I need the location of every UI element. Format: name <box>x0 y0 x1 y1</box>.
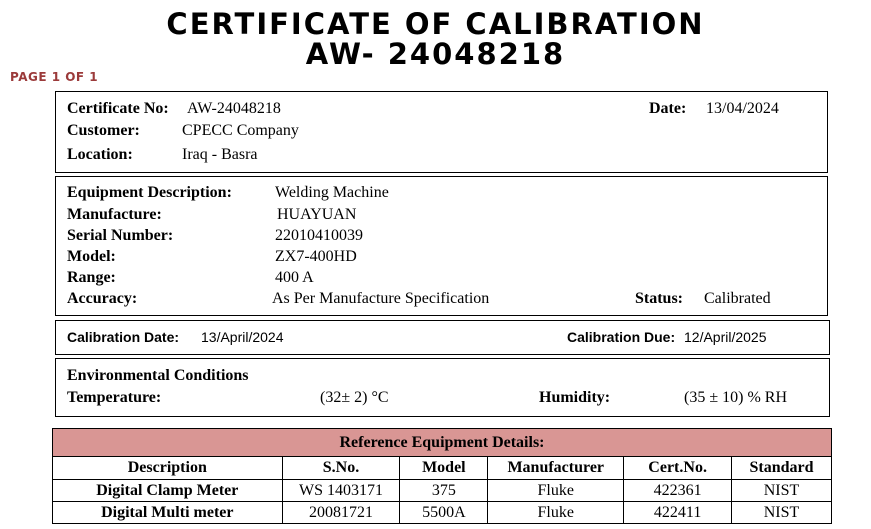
reference-equipment-table: Reference Equipment Details: Description… <box>52 428 832 524</box>
certificate-info-box: Certificate No: AW-24048218 Date: 13/04/… <box>55 91 828 173</box>
environmental-conditions-box: Environmental Conditions Temperature: (3… <box>55 358 830 417</box>
humidity-value: (35 ± 10) % RH <box>684 389 787 406</box>
accuracy-label: Accuracy: <box>67 290 138 307</box>
table-cell: 20081721 <box>281 501 401 524</box>
range-label: Range: <box>67 269 116 286</box>
equipment-details-box: Equipment Description: Welding Machine M… <box>55 176 828 316</box>
cert-no-value: AW-24048218 <box>187 100 281 117</box>
table-cell: Fluke <box>487 501 625 524</box>
table-row: Digital Clamp Meter WS 1403171 375 Fluke… <box>52 479 832 502</box>
table-cell: 5500A <box>399 501 489 524</box>
calibration-date-value: 13/April/2024 <box>201 329 284 345</box>
model-value: ZX7-400HD <box>275 248 357 265</box>
table-header-row: Description S.No. Model Manufacturer Cer… <box>52 456 832 480</box>
table-cell: Digital Multi meter <box>52 501 283 524</box>
customer-label: Customer: <box>67 122 140 139</box>
table-row: Digital Multi meter 20081721 5500A Fluke… <box>52 501 832 524</box>
table-cell: 375 <box>399 479 489 502</box>
date-label: Date: <box>649 100 687 117</box>
status-label: Status: <box>635 290 684 307</box>
status-value: Calibrated <box>704 290 771 307</box>
temperature-label: Temperature: <box>67 389 162 406</box>
table-cell: WS 1403171 <box>281 479 401 502</box>
column-header: Cert.No. <box>623 456 733 480</box>
location-label: Location: <box>67 146 133 163</box>
accuracy-value: As Per Manufacture Specification <box>272 290 490 307</box>
serial-number-label: Serial Number: <box>67 227 174 244</box>
serial-number-value: 22010410039 <box>275 227 363 244</box>
location-value: Iraq - Basra <box>182 146 258 163</box>
humidity-label: Humidity: <box>539 389 611 406</box>
column-header: Model <box>399 456 489 480</box>
cert-no-label: Certificate No: <box>67 100 169 117</box>
column-header: S.No. <box>281 456 401 480</box>
equipment-description-label: Equipment Description: <box>67 184 232 201</box>
certificate-number-title: AW- 24048218 <box>305 37 566 71</box>
manufacture-value: HUAYUAN <box>277 206 357 223</box>
equipment-description-value: Welding Machine <box>275 184 389 201</box>
table-cell: NIST <box>731 501 832 524</box>
table-cell: 422411 <box>623 501 733 524</box>
column-header: Standard <box>731 456 832 480</box>
column-header: Manufacturer <box>487 456 625 480</box>
table-cell: Digital Clamp Meter <box>52 479 283 502</box>
reference-table-title: Reference Equipment Details: <box>52 428 832 457</box>
calibration-due-label: Calibration Due: <box>567 329 676 345</box>
customer-value: CPECC Company <box>182 122 299 139</box>
temperature-value: (32± 2) °C <box>320 389 389 406</box>
column-header: Description <box>52 456 283 480</box>
date-value: 13/04/2024 <box>706 100 779 117</box>
table-cell: Fluke <box>487 479 625 502</box>
model-label: Model: <box>67 248 116 265</box>
environment-heading: Environmental Conditions <box>67 367 249 384</box>
calibration-due-value: 12/April/2025 <box>684 329 767 345</box>
calibration-date-label: Calibration Date: <box>67 329 180 345</box>
manufacture-label: Manufacture: <box>67 206 162 223</box>
table-cell: NIST <box>731 479 832 502</box>
range-value: 400 A <box>275 269 314 286</box>
calibration-dates-box: Calibration Date: 13/April/2024 Calibrat… <box>55 320 830 355</box>
certificate-title: CERTIFICATE OF CALIBRATION <box>166 7 705 41</box>
page-indicator: PAGE 1 OF 1 <box>10 70 99 84</box>
table-cell: 422361 <box>623 479 733 502</box>
